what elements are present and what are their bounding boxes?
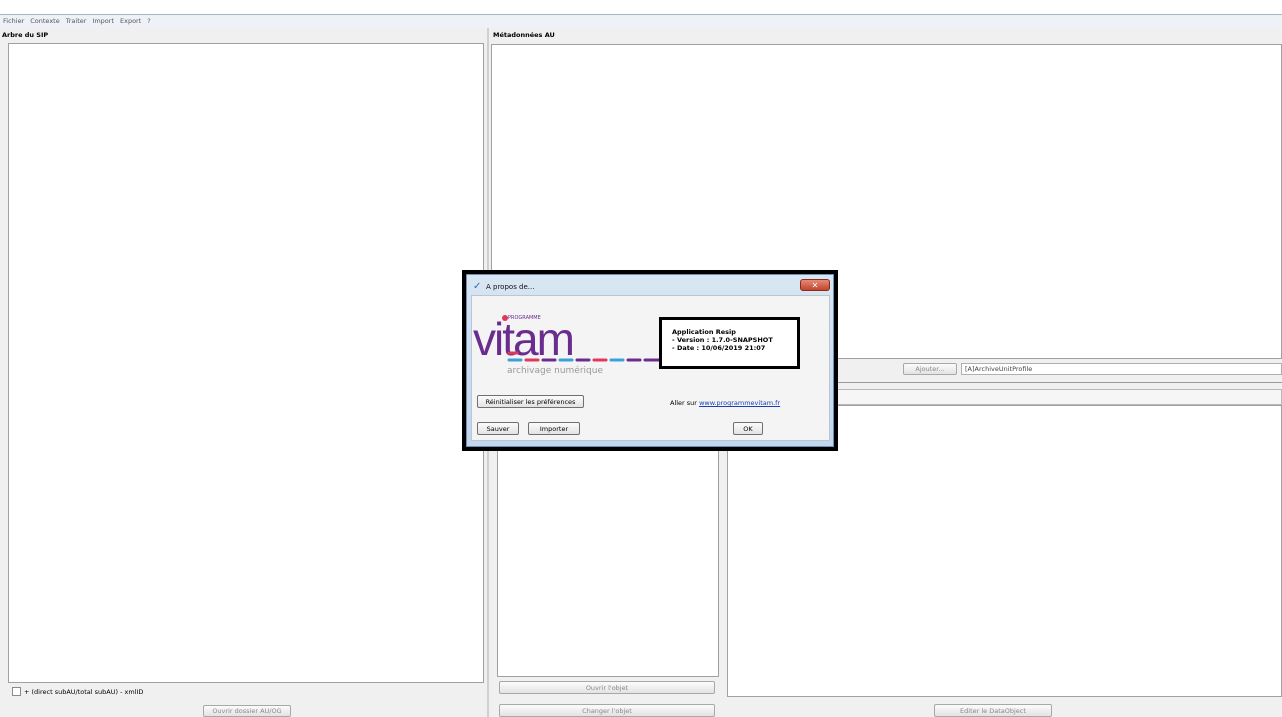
sip-tree-view[interactable] bbox=[8, 43, 484, 683]
vitam-logo-graphic: PROGRAMME vitam archivage numérique bbox=[473, 313, 661, 376]
display-options-checkbox[interactable] bbox=[12, 687, 21, 696]
open-object-button[interactable]: Ouvrir l'objet bbox=[499, 681, 715, 694]
menu-import[interactable]: Import bbox=[92, 17, 114, 25]
menu-fichier[interactable]: Fichier bbox=[3, 17, 24, 25]
metadata-type-field[interactable]: [A]ArchiveUnitProfile bbox=[961, 363, 1282, 375]
display-options-label: + (direct subAU/total subAU) - xmlID bbox=[24, 688, 144, 696]
logo-brand: vitam bbox=[473, 313, 573, 365]
website-prefix: Aller sur bbox=[670, 399, 697, 407]
sip-tree-title: Arbre du SIP bbox=[2, 31, 49, 39]
add-metadata-button[interactable]: Ajouter... bbox=[903, 363, 957, 375]
window-top-strip bbox=[0, 0, 1282, 14]
app-info-box: Application Resip - Version : 1.7.0-SNAP… bbox=[659, 317, 800, 369]
reset-preferences-button[interactable]: Réinitialiser les préférences bbox=[477, 395, 584, 408]
ok-button[interactable]: OK bbox=[733, 422, 763, 435]
vitam-logo: PROGRAMME vitam archivage numérique bbox=[473, 305, 663, 380]
menu-export[interactable]: Export bbox=[120, 17, 141, 25]
change-object-button[interactable]: Changer l'objet bbox=[499, 704, 715, 717]
app-name: Application Resip bbox=[672, 328, 736, 336]
menu-bar: Fichier Contexte Traiter Import Export ? bbox=[0, 14, 1282, 27]
edit-dataobject-button[interactable]: Editer le DataObject bbox=[934, 704, 1052, 717]
app-version: - Version : 1.7.0-SNAPSHOT bbox=[672, 336, 773, 344]
dialog-title: A propos de... bbox=[486, 283, 535, 291]
au-metadata-title: Métadonnées AU bbox=[493, 31, 555, 39]
website-line: Aller sur www.programmevitam.fr bbox=[670, 399, 780, 407]
import-button[interactable]: Importer bbox=[528, 422, 580, 435]
menu-traiter[interactable]: Traiter bbox=[66, 17, 87, 25]
save-button[interactable]: Sauver bbox=[477, 422, 519, 435]
close-icon: ✕ bbox=[811, 280, 819, 290]
object-list[interactable] bbox=[497, 447, 719, 677]
menu-contexte[interactable]: Contexte bbox=[30, 17, 59, 25]
menu-help[interactable]: ? bbox=[147, 17, 150, 25]
app-date: - Date : 10/06/2019 21:07 bbox=[672, 344, 766, 352]
close-button[interactable]: ✕ bbox=[800, 279, 830, 291]
app-check-icon: ✓ bbox=[473, 281, 482, 292]
website-link[interactable]: www.programmevitam.fr bbox=[699, 399, 780, 407]
open-folder-button[interactable]: Ouvrir dossier AU/OG bbox=[203, 705, 291, 717]
logo-tagline: archivage numérique bbox=[507, 365, 603, 376]
